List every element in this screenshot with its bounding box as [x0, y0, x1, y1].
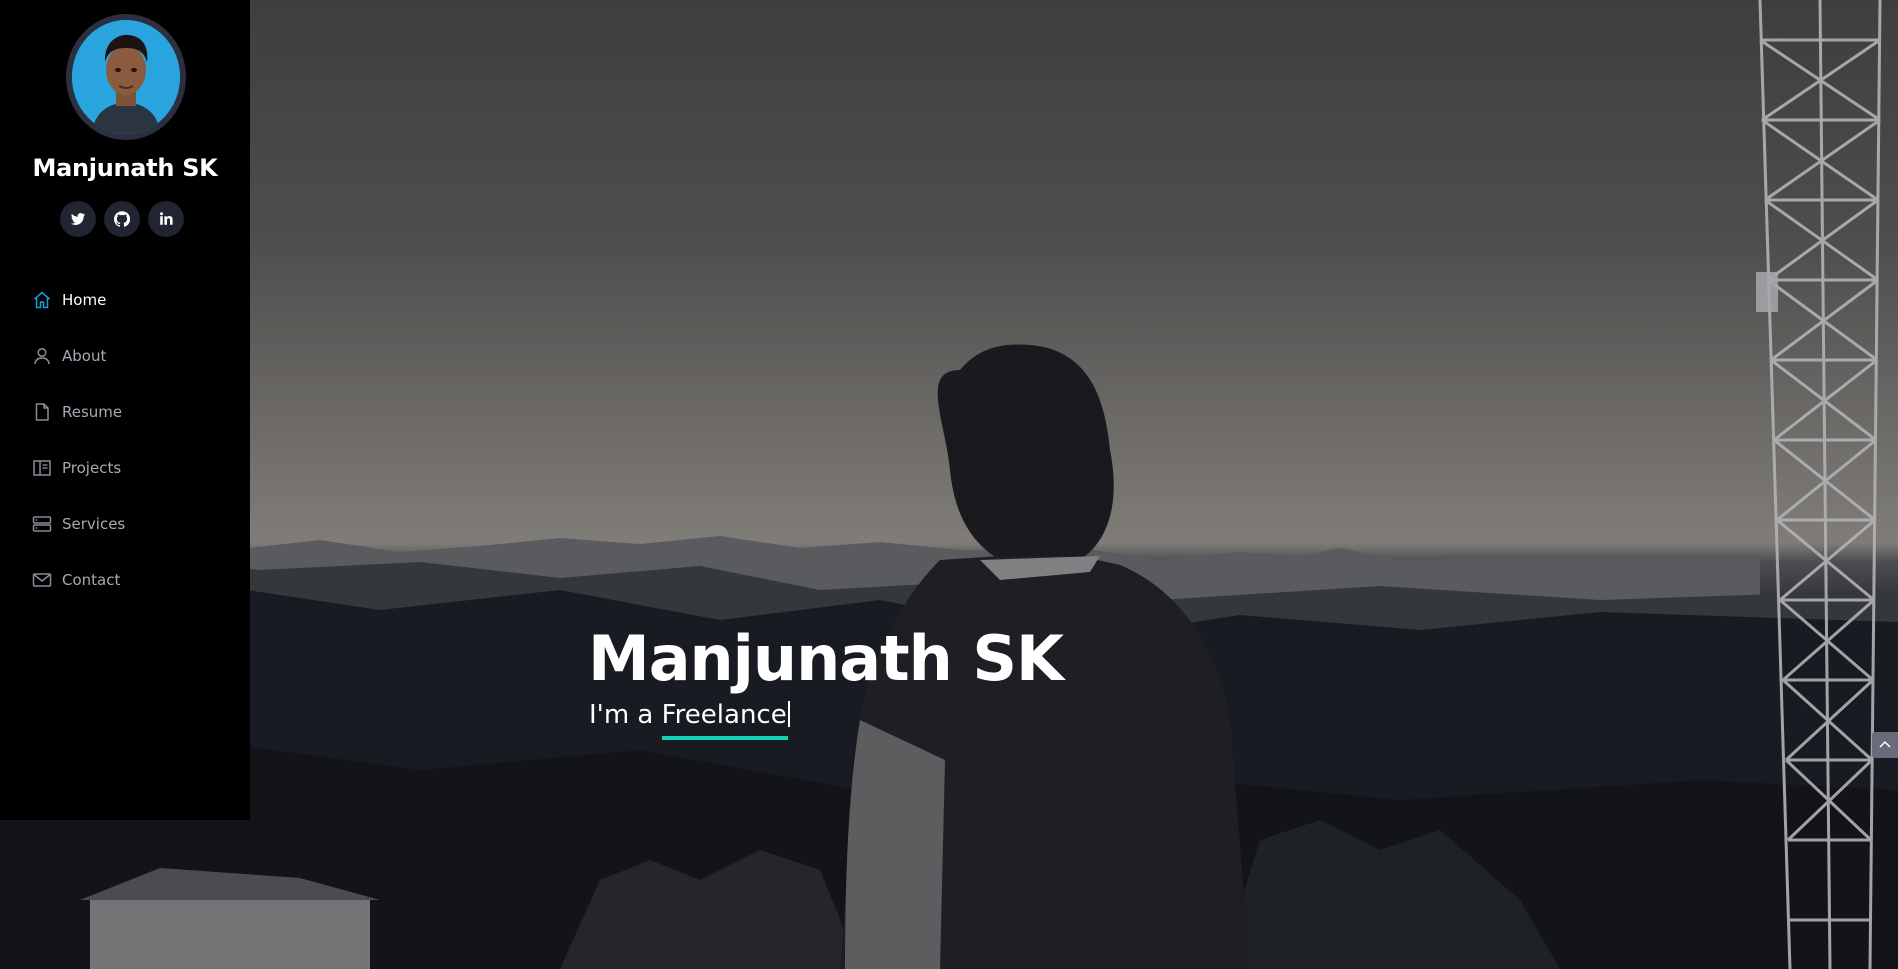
envelope-icon	[32, 570, 52, 590]
hero-subtitle: I'm a Freelance	[589, 700, 790, 740]
nav-item-label: Projects	[62, 459, 122, 477]
nav-item-contact[interactable]: Contact	[0, 552, 250, 608]
github-link[interactable]	[104, 201, 140, 237]
nav-item-about[interactable]: About	[0, 328, 250, 384]
main-nav: Home About Resume Projects Services Cont…	[0, 272, 250, 608]
nav-item-label: About	[62, 347, 107, 365]
typed-text-value: Freelance	[661, 700, 787, 730]
twitter-link[interactable]	[60, 201, 96, 237]
nav-item-projects[interactable]: Projects	[0, 440, 250, 496]
profile-name: Manjunath SK	[32, 154, 218, 182]
avatar	[66, 14, 186, 140]
typed-text: Freelance	[661, 700, 790, 740]
avatar-image	[72, 20, 180, 134]
nav-item-services[interactable]: Services	[0, 496, 250, 552]
arrow-up-icon	[1879, 740, 1891, 748]
home-icon	[32, 290, 52, 310]
nav-item-label: Resume	[62, 403, 123, 421]
hero-overlay	[0, 0, 1898, 969]
book-icon	[32, 458, 52, 478]
server-icon	[32, 514, 52, 534]
twitter-icon	[71, 213, 85, 225]
nav-item-label: Home	[62, 291, 107, 309]
typing-cursor	[787, 701, 790, 727]
hero-title: Manjunath SK	[588, 622, 1064, 695]
back-to-top-button[interactable]	[1872, 732, 1898, 758]
person-icon	[32, 346, 52, 366]
linkedin-link[interactable]	[148, 201, 184, 237]
hero-background	[0, 0, 1898, 969]
github-icon	[114, 211, 130, 227]
file-icon	[32, 402, 52, 422]
nav-item-label: Services	[62, 515, 126, 533]
sidebar: Manjunath SK Home About Resume Projects …	[0, 0, 250, 820]
nav-item-label: Contact	[62, 571, 121, 589]
linkedin-icon	[160, 212, 173, 225]
nav-item-resume[interactable]: Resume	[0, 384, 250, 440]
social-links	[60, 201, 184, 237]
hero-subtitle-prefix: I'm a	[589, 700, 662, 730]
nav-item-home[interactable]: Home	[0, 272, 250, 328]
